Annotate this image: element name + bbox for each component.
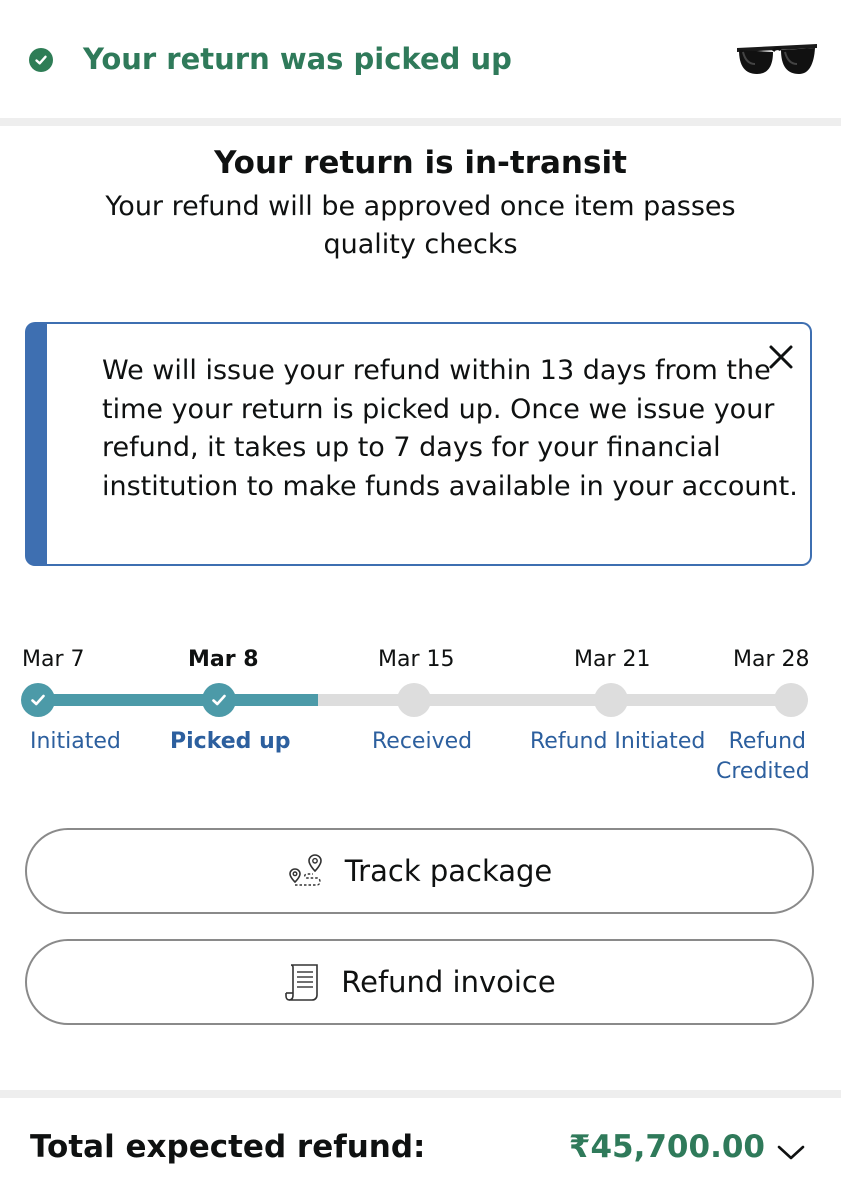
close-icon[interactable] xyxy=(766,342,796,372)
refund-invoice-button[interactable]: Refund invoice xyxy=(25,939,814,1025)
total-refund-amount: ₹45,700.00 xyxy=(568,1129,765,1165)
track-package-button[interactable]: Track package xyxy=(25,828,814,914)
refund-invoice-label: Refund invoice xyxy=(341,965,556,999)
total-refund-label: Total expected refund: xyxy=(30,1129,426,1165)
refund-approval-note: Your refund will be approved once item p… xyxy=(105,191,736,260)
return-status-header: Your return was picked up xyxy=(0,0,841,118)
timeline-track-progress xyxy=(38,694,318,706)
timeline-date-picked-up: Mar 8 xyxy=(188,647,259,672)
check-circle-icon xyxy=(29,48,53,72)
timeline-label-refund-credited: Refund Credited xyxy=(716,729,810,784)
invoice-document-icon xyxy=(285,964,319,1001)
timeline-pending-dot xyxy=(774,683,808,717)
page-title: Your return is in-transit xyxy=(214,145,627,181)
refund-info-banner: We will issue your refund within 13 days… xyxy=(25,322,812,566)
timeline-label-initiated: Initiated xyxy=(30,729,121,754)
timeline-check-icon xyxy=(202,683,236,717)
section-divider xyxy=(0,1090,841,1098)
timeline-label-picked-up: Picked up xyxy=(170,729,291,754)
timeline-pending-dot xyxy=(594,683,628,717)
timeline-date-initiated: Mar 7 xyxy=(22,647,85,672)
timeline-label-received: Received xyxy=(372,729,473,754)
sunglasses-thumbnail[interactable] xyxy=(735,34,819,82)
return-status-text: Your return was picked up xyxy=(83,42,512,76)
refund-info-text: We will issue your refund within 13 days… xyxy=(102,355,798,502)
timeline-date-refund-credited: Mar 28 xyxy=(733,647,810,672)
timeline-date-received: Mar 15 xyxy=(378,647,455,672)
track-package-label: Track package xyxy=(344,854,553,888)
timeline-label-refund-initiated: Refund Initiated xyxy=(530,729,706,754)
section-divider xyxy=(0,118,841,126)
timeline-check-icon xyxy=(21,683,55,717)
chevron-down-icon[interactable] xyxy=(776,1142,806,1162)
route-map-pin-icon xyxy=(288,854,322,886)
timeline-date-refund-initiated: Mar 21 xyxy=(574,647,651,672)
timeline-pending-dot xyxy=(397,683,431,717)
